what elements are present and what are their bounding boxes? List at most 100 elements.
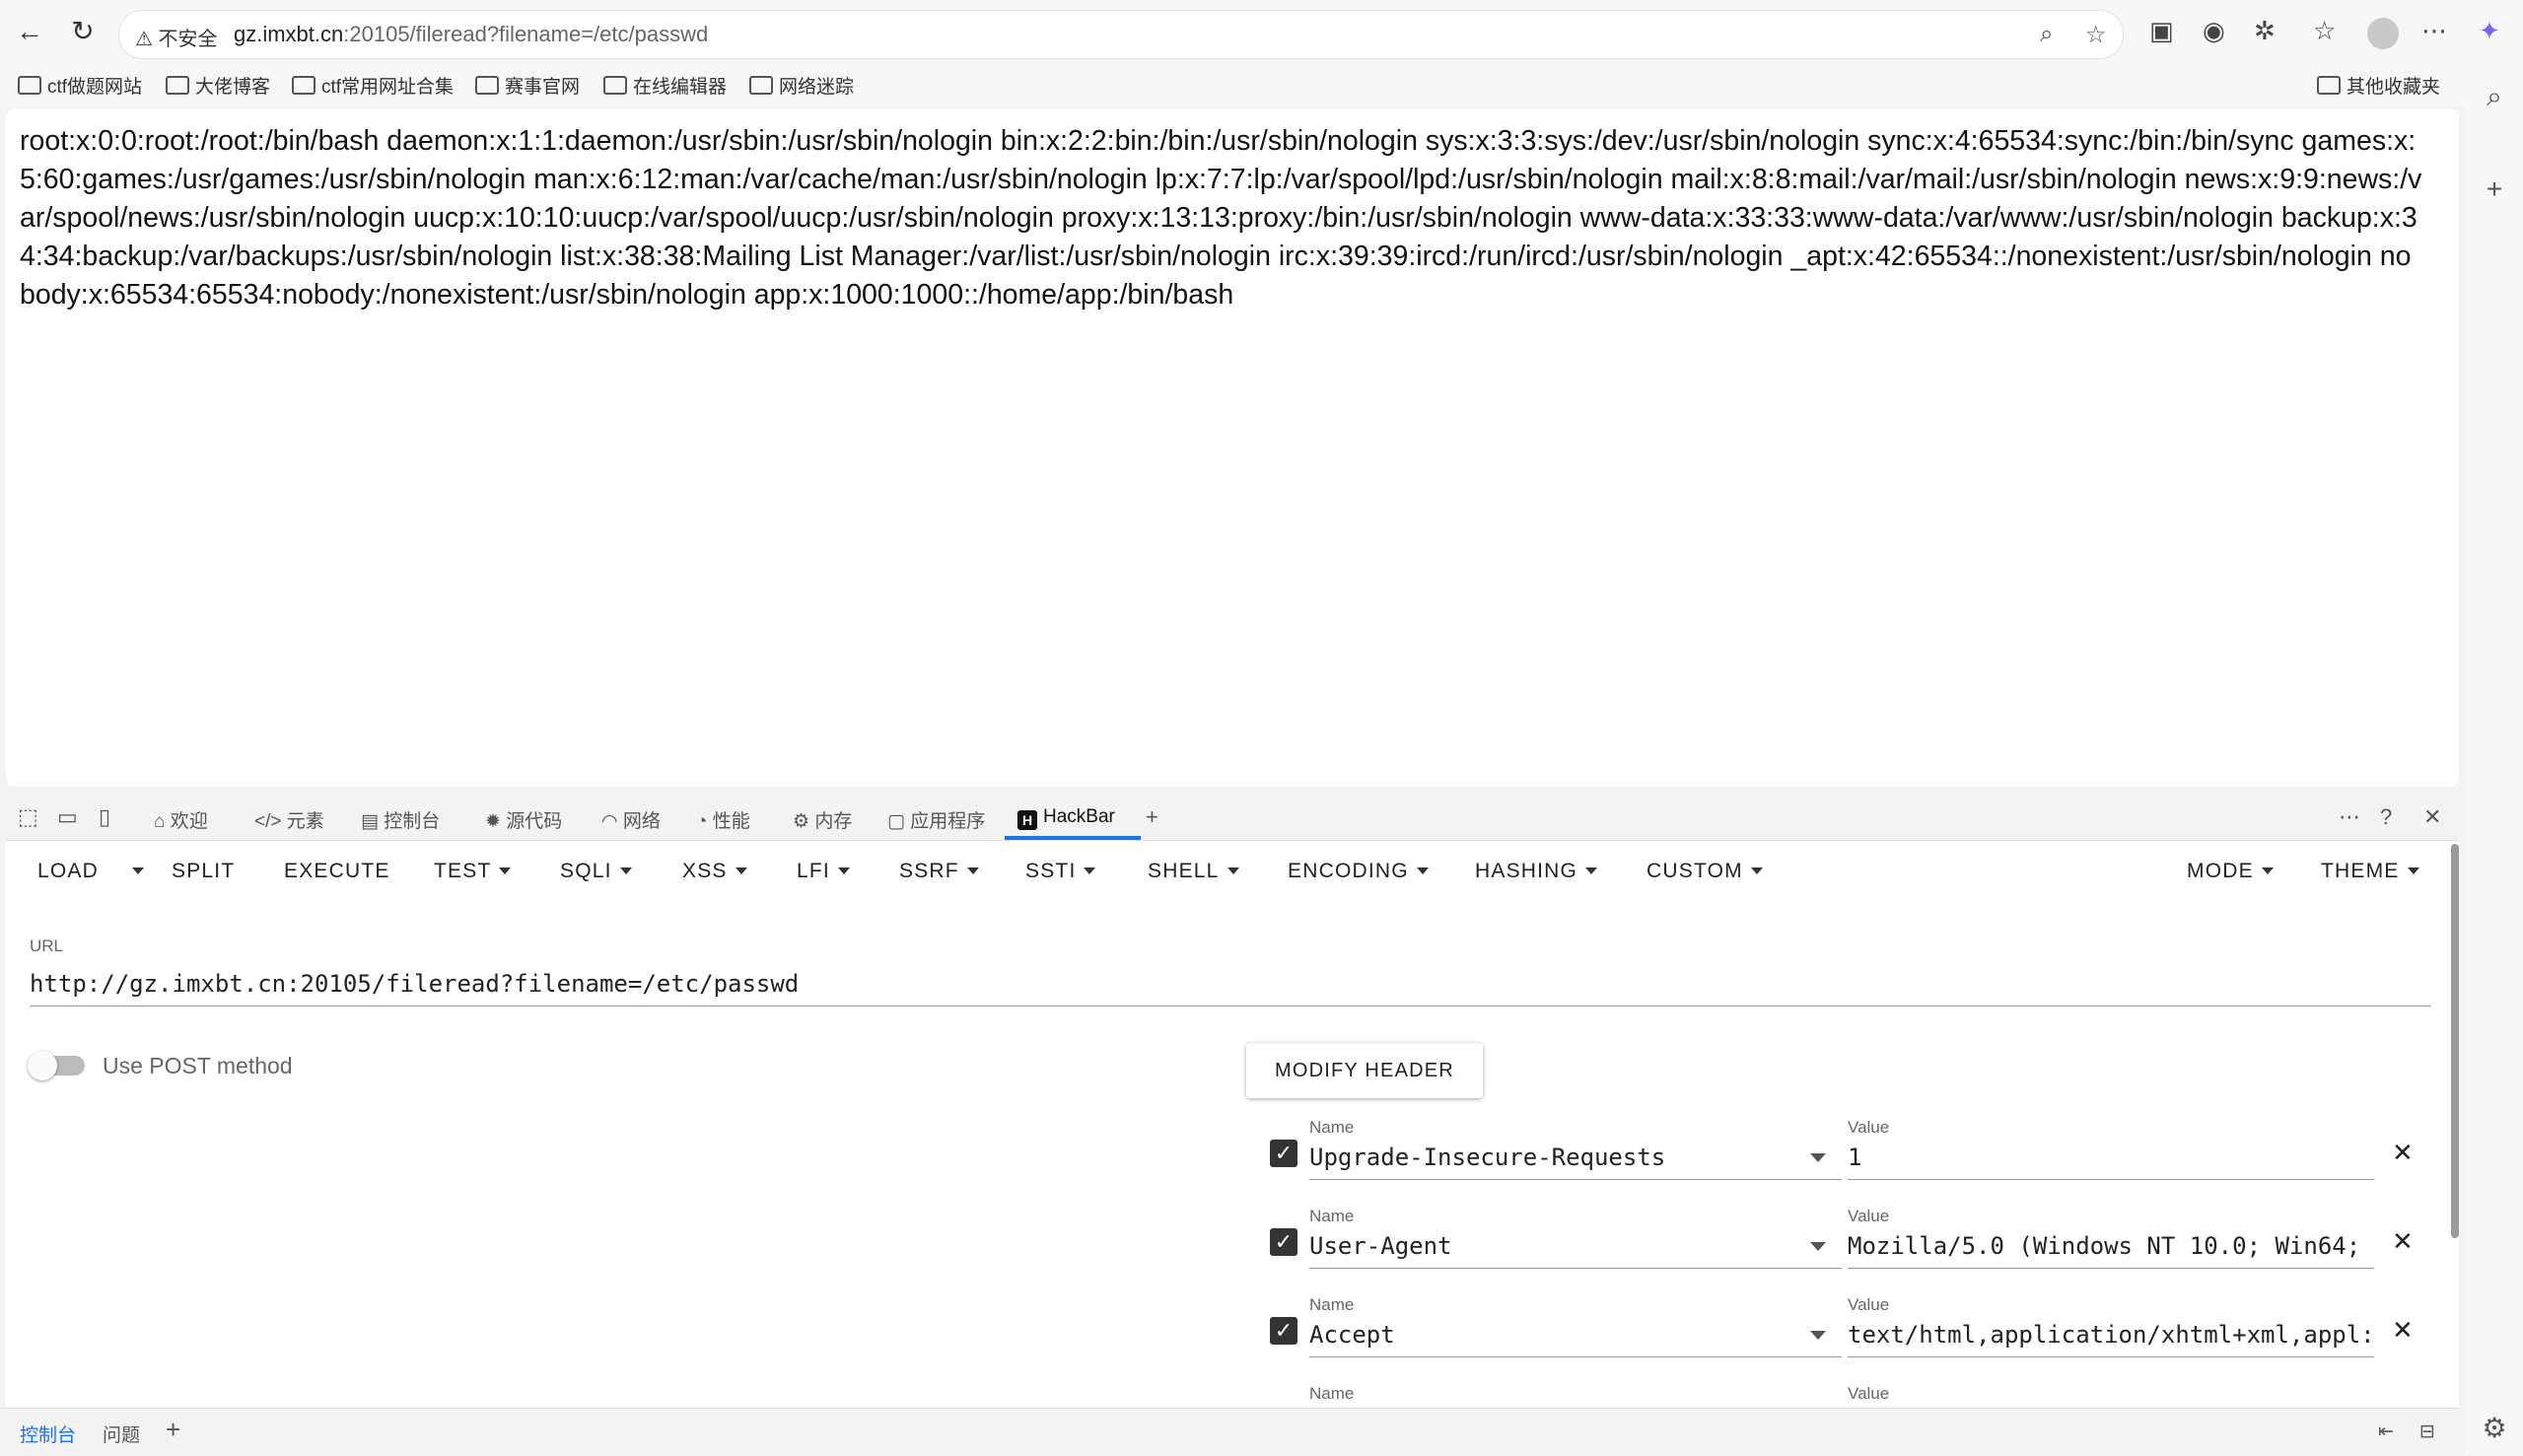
- tab-elements[interactable]: </> 元素: [254, 806, 324, 833]
- address-url[interactable]: gz.imxbt.cn:20105/fileread?filename=/etc…: [234, 22, 708, 47]
- test-menu[interactable]: TEST: [434, 860, 512, 883]
- drawer-dock-icon[interactable]: ⇤: [2378, 1421, 2394, 1443]
- security-warning[interactable]: ⚠ 不安全: [135, 23, 218, 51]
- load-options-dropdown[interactable]: [124, 860, 144, 883]
- address-bar[interactable]: ⚠ 不安全 gz.imxbt.cn:20105/fileread?filenam…: [118, 10, 2124, 59]
- settings-gear-icon[interactable]: ⚙: [2475, 1412, 2514, 1444]
- hashing-menu[interactable]: HASHING: [1475, 860, 1598, 883]
- header-value-input[interactable]: 1: [1848, 1144, 2374, 1171]
- header-value-input[interactable]: Mozilla/5.0 (Windows NT 10.0; Win64;: [1848, 1232, 2374, 1260]
- menu-label: SHELL: [1148, 860, 1220, 882]
- mode-menu[interactable]: MODE: [2187, 860, 2274, 883]
- tab-performance[interactable]: ◔ 性能: [696, 806, 750, 833]
- header-row: ✓ Name Accept Value text/html,applicatio…: [1258, 1295, 2421, 1374]
- remove-header-icon[interactable]: ✕: [2392, 1138, 2414, 1168]
- dropdown-arrow-icon[interactable]: [1810, 1242, 1826, 1251]
- favorite-star-icon[interactable]: ☆: [2085, 21, 2107, 49]
- copilot-icon[interactable]: ✦: [2479, 16, 2500, 46]
- ssti-menu[interactable]: SSTI: [1025, 860, 1096, 883]
- tab-label: 应用程序: [910, 811, 986, 832]
- lfi-menu[interactable]: LFI: [797, 860, 850, 883]
- dock-sidebar-icon[interactable]: ▯: [99, 804, 110, 830]
- tab-label: 性能: [712, 811, 750, 832]
- hackbar-scrollbar[interactable]: [2451, 844, 2459, 1238]
- chevron-down-icon: [1416, 867, 1429, 874]
- help-icon[interactable]: ?: [2380, 804, 2392, 830]
- add-icon[interactable]: +: [2475, 173, 2514, 205]
- tab-network[interactable]: ◠ 网络: [601, 806, 661, 833]
- header-enabled-checkbox[interactable]: ✓: [1270, 1140, 1297, 1167]
- bookmark-folder[interactable]: 在线编辑器: [603, 72, 727, 99]
- extensions-puzzle-icon[interactable]: ✲: [2254, 16, 2276, 46]
- bookmark-folder[interactable]: ctf常用网址合集: [292, 72, 454, 99]
- bookmark-folder[interactable]: 网络迷踪: [749, 72, 854, 99]
- bookmark-label: 赛事官网: [505, 77, 581, 98]
- markdown-extension-icon[interactable]: ▣: [2149, 16, 2174, 46]
- theme-menu[interactable]: THEME: [2321, 860, 2419, 883]
- tab-memory[interactable]: ⚙ 内存: [793, 806, 852, 833]
- post-method-toggle-knob[interactable]: [28, 1051, 57, 1080]
- back-arrow-icon[interactable]: ←: [12, 14, 47, 49]
- remove-header-icon[interactable]: ✕: [2392, 1226, 2414, 1257]
- drawer-add-tab-icon[interactable]: +: [166, 1415, 180, 1445]
- header-enabled-checkbox[interactable]: ✓: [1270, 1228, 1297, 1256]
- remove-header-icon[interactable]: ✕: [2392, 1315, 2414, 1346]
- shell-menu[interactable]: SHELL: [1148, 860, 1239, 883]
- load-button[interactable]: LOAD: [37, 860, 99, 883]
- add-tab-icon[interactable]: +: [1146, 804, 1158, 830]
- ssrf-menu[interactable]: SSRF: [899, 860, 979, 883]
- tab-console[interactable]: ▤ 控制台: [361, 806, 440, 833]
- folder-icon: [603, 76, 627, 95]
- header-value-input[interactable]: text/html,application/xhtml+xml,appl:: [1848, 1321, 2374, 1349]
- header-name-underline: [1309, 1268, 1842, 1269]
- custom-menu[interactable]: CUSTOM: [1647, 860, 1763, 883]
- tab-application[interactable]: ▢ 应用程序: [887, 806, 985, 833]
- search-icon[interactable]: ⌕: [2475, 81, 2514, 113]
- sqli-menu[interactable]: SQLI: [560, 860, 632, 883]
- dropdown-arrow-icon[interactable]: [1810, 1153, 1826, 1162]
- url-input[interactable]: http://gz.imxbt.cn:20105/fileread?filena…: [30, 970, 799, 998]
- menu-label: SSTI: [1025, 860, 1077, 882]
- menu-label: TEST: [434, 860, 492, 882]
- tab-sources[interactable]: ✹ 源代码: [485, 806, 562, 833]
- dropdown-arrow-icon[interactable]: [1810, 1331, 1826, 1340]
- reload-icon[interactable]: ↻: [65, 14, 101, 49]
- bookmark-folder[interactable]: 赛事官网: [475, 72, 580, 99]
- menu-label: SSRF: [899, 860, 959, 882]
- menu-label: HASHING: [1475, 860, 1578, 882]
- tab-welcome[interactable]: ⌂ 欢迎: [154, 806, 208, 833]
- bookmark-folder[interactable]: 大佬博客: [166, 72, 270, 99]
- zoom-icon[interactable]: ⌕: [2040, 21, 2053, 48]
- header-name-select[interactable]: User-Agent: [1309, 1232, 1452, 1260]
- execute-button[interactable]: EXECUTE: [284, 860, 390, 883]
- more-menu-icon[interactable]: ⋯: [2421, 16, 2447, 46]
- folder-icon: [2317, 76, 2341, 95]
- inspect-element-icon[interactable]: ⬚: [18, 804, 38, 830]
- drawer-tab-issues[interactable]: 问题: [103, 1421, 140, 1447]
- tab-hackbar[interactable]: H HackBar: [1017, 806, 1115, 830]
- header-name-select[interactable]: Upgrade-Insecure-Requests: [1309, 1144, 1665, 1171]
- header-name-label: Name: [1309, 1384, 1355, 1403]
- device-emulation-icon[interactable]: ▭: [57, 804, 78, 830]
- modify-header-button[interactable]: MODIFY HEADER: [1246, 1043, 1483, 1098]
- close-devtools-icon[interactable]: ✕: [2423, 804, 2441, 830]
- menu-label: XSS: [682, 860, 728, 882]
- tab-label: HackBar: [1043, 806, 1115, 827]
- favorites-list-icon[interactable]: ☆: [2313, 16, 2336, 46]
- encoding-menu[interactable]: ENCODING: [1288, 860, 1429, 883]
- split-button[interactable]: SPLIT: [172, 860, 235, 883]
- more-options-icon[interactable]: ⋯: [2339, 804, 2360, 830]
- header-name-select[interactable]: Accept: [1309, 1321, 1395, 1349]
- header-enabled-checkbox[interactable]: ✓: [1270, 1317, 1297, 1345]
- tab-label: 内存: [814, 811, 853, 832]
- url-field-label: URL: [30, 936, 64, 955]
- drawer-tab-console[interactable]: 控制台: [20, 1421, 76, 1447]
- profile-avatar[interactable]: [2367, 18, 2399, 49]
- tab-label: 源代码: [506, 811, 563, 832]
- chevron-down-icon: [1226, 867, 1239, 874]
- extension-circle-icon[interactable]: ◉: [2203, 16, 2225, 46]
- other-bookmarks-folder[interactable]: 其他收藏夹: [2317, 72, 2440, 99]
- bookmark-folder[interactable]: ctf做题网站: [18, 72, 142, 99]
- xss-menu[interactable]: XSS: [682, 860, 747, 883]
- drawer-collapse-icon[interactable]: ⊟: [2419, 1421, 2435, 1443]
